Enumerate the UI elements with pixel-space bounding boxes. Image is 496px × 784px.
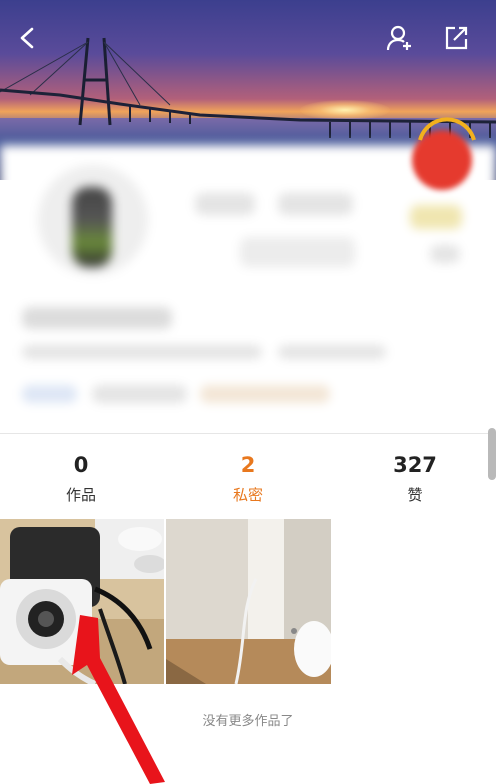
likes-label: 赞: [407, 486, 423, 504]
private-count: 2: [240, 453, 256, 477]
room-thumbnail-image: [166, 519, 331, 684]
speaker-thumbnail-image: [0, 519, 164, 684]
share-button[interactable]: [440, 22, 472, 54]
scrollbar[interactable]: [488, 428, 496, 480]
avatar[interactable]: [38, 165, 148, 275]
tab-likes[interactable]: 327 赞: [355, 452, 475, 505]
add-friend-button[interactable]: [384, 22, 416, 54]
back-button[interactable]: [12, 22, 44, 54]
likes-count: 327: [393, 453, 437, 477]
video-thumbnail[interactable]: [166, 519, 331, 684]
chevron-left-icon: [20, 27, 34, 49]
tab-private[interactable]: 2 私密: [188, 452, 308, 505]
private-label: 私密: [232, 486, 263, 504]
add-user-icon: [386, 25, 411, 51]
works-label: 作品: [65, 486, 96, 504]
divider: [0, 433, 496, 434]
progress-ring: [418, 117, 476, 141]
profile-card-blurred: [0, 145, 496, 430]
video-thumbnail[interactable]: [0, 519, 164, 684]
no-more-works-text: 没有更多作品了: [202, 714, 294, 729]
works-count: 0: [73, 453, 89, 477]
share-icon: [445, 26, 468, 50]
tab-works[interactable]: 0 作品: [21, 452, 141, 505]
